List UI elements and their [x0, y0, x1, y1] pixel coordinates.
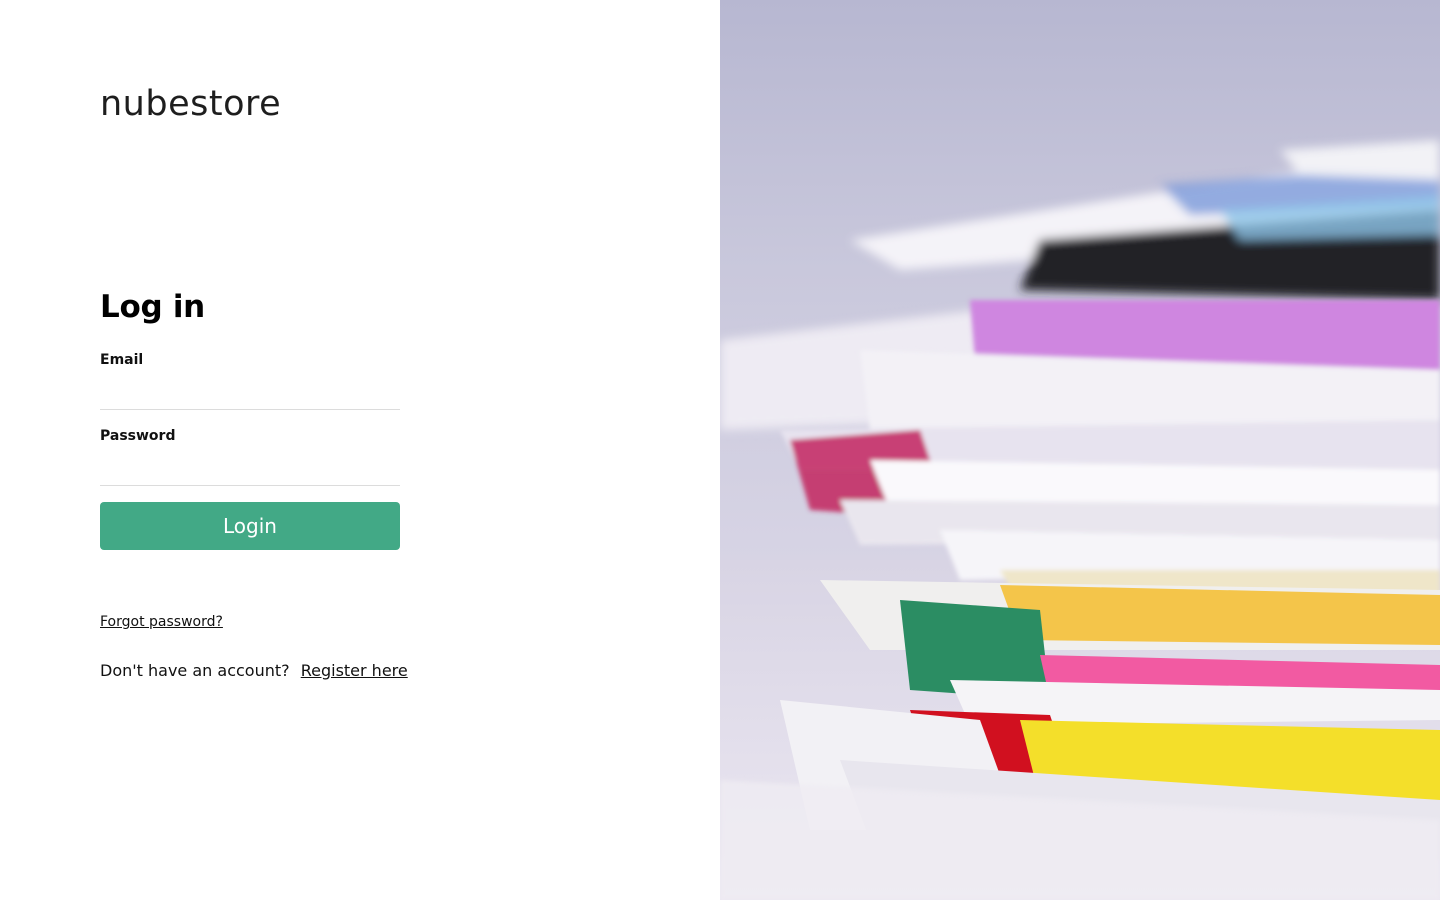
password-label: Password [100, 428, 176, 444]
page-title: Log in [100, 289, 205, 325]
hero-image [720, 0, 1440, 900]
login-panel: nubestore Log in Email Password Login Fo… [0, 0, 720, 900]
login-form: Log in Email Password Login [100, 286, 400, 550]
login-button[interactable]: Login [100, 502, 400, 550]
no-account-text: Don't have an account? [100, 661, 290, 680]
brand-logo[interactable]: nubestore [100, 84, 281, 124]
forgot-password-link[interactable]: Forgot password? [100, 614, 223, 630]
register-row: Don't have an account? Register here [100, 661, 408, 680]
email-field[interactable] [100, 372, 400, 410]
paper-stack-image [720, 140, 1440, 900]
register-link[interactable]: Register here [301, 661, 408, 680]
email-label: Email [100, 352, 144, 368]
password-field[interactable] [100, 448, 400, 486]
